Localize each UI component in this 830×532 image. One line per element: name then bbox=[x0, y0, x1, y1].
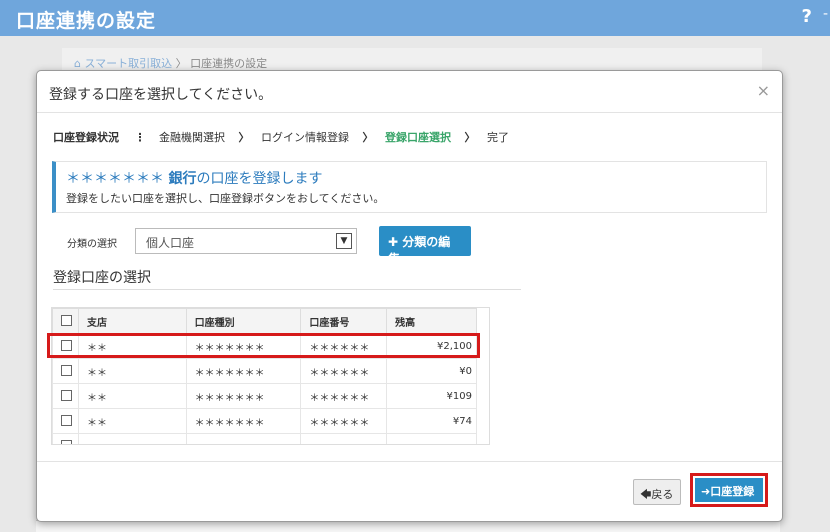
row-checkbox-cell bbox=[52, 383, 79, 409]
table-header-row: 支店 口座種別 口座番号 残高 bbox=[52, 308, 477, 334]
account-select-modal: 登録する口座を選択してください。 × 口座登録状況 ⋮ 金融機関選択 〉 ログイ… bbox=[36, 70, 783, 522]
cell-balance: ¥0 bbox=[386, 358, 477, 384]
cell-account-type: ＊＊＊＊＊＊＊ bbox=[185, 358, 302, 384]
section-divider bbox=[53, 289, 521, 290]
register-button-highlight: ➜口座登録 bbox=[690, 473, 768, 507]
category-label: 分類の選択 bbox=[67, 239, 117, 250]
table-row[interactable]: ＊＊ ＊＊＊＊＊＊＊ ＊＊＊＊＊＊ ¥74 bbox=[52, 408, 477, 434]
breadcrumb-current: 口座連携の設定 bbox=[190, 57, 268, 70]
row-checkbox[interactable] bbox=[61, 390, 72, 402]
close-icon[interactable]: × bbox=[757, 81, 770, 100]
step-arrow-icon: 〉 bbox=[464, 131, 476, 144]
col-account-type: 口座種別 bbox=[185, 308, 302, 334]
modal-footer-divider bbox=[37, 461, 782, 462]
step-arrow-icon: 〉 bbox=[238, 131, 250, 144]
steps-dots-icon: ⋮ bbox=[134, 131, 146, 144]
row-checkbox[interactable] bbox=[61, 440, 72, 444]
row-checkbox-cell bbox=[52, 408, 79, 434]
row-checkbox-cell bbox=[52, 433, 79, 444]
bank-label: 銀行 bbox=[168, 171, 197, 187]
modal-header: 登録する口座を選択してください。 × bbox=[37, 71, 782, 113]
help-icon[interactable]: ? bbox=[802, 6, 812, 27]
notice-subtext: 登録をしたい口座を選択し、口座登録ボタンをおしてください。 bbox=[66, 192, 385, 205]
col-balance: 残高 bbox=[386, 308, 477, 334]
selected-row-highlight bbox=[47, 333, 480, 358]
category-select[interactable]: 個人口座 ▼ bbox=[135, 228, 357, 254]
col-account-number: 口座番号 bbox=[300, 308, 388, 334]
chevron-down-icon[interactable]: ▼ bbox=[336, 233, 352, 249]
app-header: 口座連携の設定 ? - bbox=[0, 0, 830, 36]
page-title: 口座連携の設定 bbox=[16, 10, 157, 32]
table-row[interactable]: ＊＊ ＊＊＊＊＊＊＊ ＊＊＊＊＊＊ ¥0 bbox=[52, 358, 477, 384]
col-branch: 支店 bbox=[77, 308, 187, 334]
select-all-checkbox[interactable] bbox=[61, 315, 72, 327]
step-account-select: 登録口座選択 bbox=[385, 131, 451, 144]
select-all-cell bbox=[52, 308, 79, 334]
cell-branch: ＊＊ bbox=[77, 358, 187, 384]
breadcrumb-home[interactable]: スマート取引取込 bbox=[84, 57, 172, 70]
home-icon[interactable]: ⌂ bbox=[74, 57, 81, 70]
cell-account-number: ＊＊＊＊＊＊ bbox=[300, 383, 388, 409]
account-table: 支店 口座種別 口座番号 残高 ＊＊ ＊＊＊＊＊＊＊ ＊＊＊＊＊＊ ¥2,100… bbox=[51, 307, 490, 445]
table-row[interactable]: ＊＊ ＊＊＊＊＊＊＊ ＊＊＊＊＊＊ ¥109 bbox=[52, 383, 477, 409]
step-complete: 完了 bbox=[487, 131, 509, 144]
edit-category-button[interactable]: ✚ 分類の編集 bbox=[379, 226, 471, 266]
cell-branch: ＊＊ bbox=[77, 408, 187, 434]
menu-toggle-icon[interactable]: - bbox=[823, 6, 828, 22]
bank-name-mask: ＊＊＊＊＊＊＊ bbox=[66, 171, 164, 187]
notice-heading-text: の口座を登録します bbox=[196, 171, 323, 187]
register-account-button[interactable]: ➜口座登録 bbox=[695, 478, 763, 502]
section-title: 登録口座の選択 bbox=[53, 270, 151, 286]
step-login-info: ログイン情報登録 bbox=[261, 131, 349, 144]
cell-account-type: ＊＊＊＊＊＊＊ bbox=[185, 408, 302, 434]
cell-balance: ¥74 bbox=[386, 408, 477, 434]
cell-balance: ¥109 bbox=[386, 383, 477, 409]
back-button[interactable]: 🡄戻る bbox=[633, 479, 681, 505]
row-checkbox[interactable] bbox=[61, 365, 72, 377]
info-notice: ＊＊＊＊＊＊＊ 銀行の口座を登録します 登録をしたい口座を選択し、口座登録ボタン… bbox=[52, 161, 767, 213]
category-select-value: 個人口座 bbox=[146, 236, 195, 250]
breadcrumb-separator: 〉 bbox=[175, 57, 187, 70]
row-checkbox[interactable] bbox=[61, 415, 72, 427]
step-bank-select: 金融機関選択 bbox=[159, 131, 225, 144]
steps-status-label: 口座登録状況 bbox=[53, 131, 119, 144]
cell-account-type: ＊＊＊＊＊＊＊ bbox=[185, 383, 302, 409]
cell-account-number: ＊＊＊＊＊＊ bbox=[300, 408, 388, 434]
step-arrow-icon: 〉 bbox=[362, 131, 374, 144]
modal-title: 登録する口座を選択してください。 bbox=[49, 87, 273, 103]
progress-steps: 口座登録状況 ⋮ 金融機関選択 〉 ログイン情報登録 〉 登録口座選択 〉 完了 bbox=[53, 129, 511, 145]
cell-account-number: ＊＊＊＊＊＊ bbox=[300, 358, 388, 384]
notice-heading: ＊＊＊＊＊＊＊ 銀行の口座を登録します bbox=[66, 168, 322, 188]
table-row[interactable] bbox=[52, 433, 477, 444]
row-checkbox-cell bbox=[52, 358, 79, 384]
cell-branch: ＊＊ bbox=[77, 383, 187, 409]
